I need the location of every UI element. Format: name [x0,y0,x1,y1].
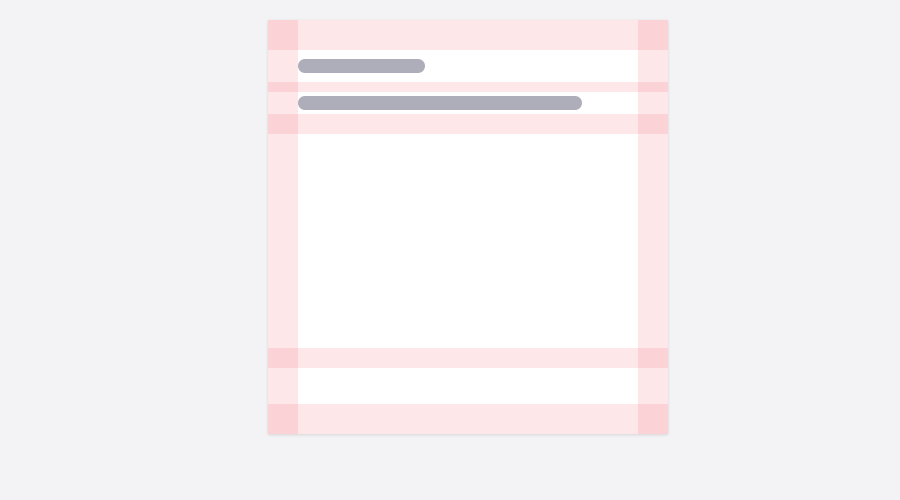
overlay-intersection [268,114,298,134]
subtitle-skeleton-bar [298,96,582,110]
spacing-overlay-body-footer [268,348,668,368]
overlay-intersection [638,82,668,92]
padding-overlay-top [268,20,668,50]
overlay-intersection [268,404,298,434]
overlay-intersection [638,348,668,368]
overlay-intersection [268,82,298,92]
card-body [298,134,638,348]
page-canvas [0,0,900,500]
overlay-intersection [268,348,298,368]
overlay-intersection [638,20,668,50]
overlay-intersection [638,404,668,434]
overlay-intersection [268,20,298,50]
spacing-overlay-header-body [268,114,668,134]
spacing-overlay-header-gap [268,82,668,92]
padding-overlay-bottom [268,404,668,434]
layout-card [268,20,668,434]
card-footer [298,368,638,404]
title-skeleton-bar [298,59,425,73]
overlay-intersection [638,114,668,134]
